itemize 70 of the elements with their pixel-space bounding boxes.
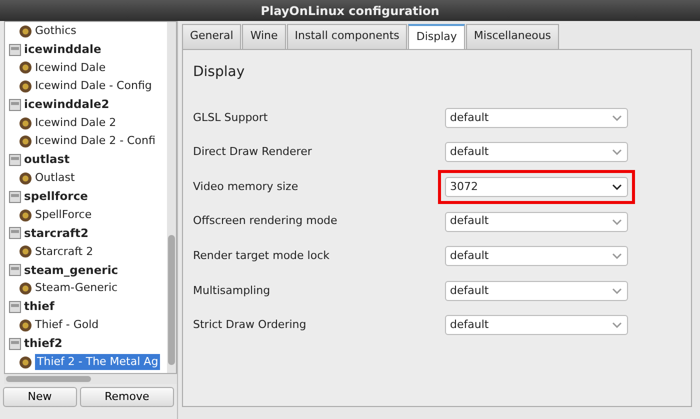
game-icon — [19, 318, 32, 332]
dropdown[interactable]: default — [445, 108, 628, 128]
folder-64-icon — [9, 98, 21, 111]
tab[interactable]: Wine — [242, 24, 286, 48]
game-icon — [19, 172, 32, 185]
tree-item[interactable]: outlast — [24, 151, 70, 169]
game-icon — [19, 245, 32, 258]
tree-item[interactable]: thief — [24, 298, 54, 316]
game-icon — [19, 24, 32, 38]
caret-icon — [612, 253, 622, 260]
caret-icon — [612, 114, 622, 121]
tree-item[interactable]: Thief - Gold — [35, 317, 99, 334]
caret-icon — [612, 184, 622, 190]
setting-label: Multisampling — [193, 282, 272, 299]
scrollbar-thumb[interactable] — [168, 234, 175, 365]
tree-item[interactable]: Thief 2 - The Metal Ag — [35, 354, 160, 370]
tree-item[interactable]: steam_generic — [24, 262, 118, 279]
tree-item[interactable]: spellforce — [24, 188, 88, 206]
caret-icon — [612, 322, 622, 328]
tree-item[interactable]: Steam-Generic — [35, 280, 118, 297]
setting-label: Strict Draw Ordering — [193, 317, 308, 334]
remove-button[interactable]: Remove — [80, 386, 174, 407]
tree-item[interactable]: Icewind Dale - Config — [35, 78, 152, 95]
tab[interactable]: Install components — [286, 24, 408, 48]
tree-item[interactable]: Icewind Dale — [35, 60, 106, 76]
tree-item[interactable]: icewinddale — [24, 40, 102, 58]
tree-item[interactable]: Icewind Dale 2 — [35, 114, 116, 132]
tab[interactable]: Miscellaneous — [466, 24, 560, 48]
setting-label: Render target mode lock — [193, 248, 330, 264]
tree-item[interactable]: starcraft2 — [24, 224, 89, 242]
folder-64-icon — [9, 338, 21, 350]
game-icon — [19, 61, 32, 74]
dropdown[interactable]: default — [445, 212, 628, 232]
tree-item[interactable]: Starcraft 2 — [35, 244, 94, 260]
tree-item[interactable]: Gothics — [35, 22, 76, 40]
dropdown[interactable]: default — [445, 246, 628, 266]
folder-64-icon — [9, 264, 21, 276]
folder-64-icon — [9, 190, 21, 203]
dropdown[interactable]: default — [445, 280, 628, 301]
game-icon — [19, 116, 32, 130]
caret-icon — [612, 149, 622, 156]
setting-label: Video memory size — [193, 178, 300, 195]
tree-item[interactable]: Icewind Dale 2 - Confi — [35, 133, 156, 150]
tree-item[interactable]: SpellForce — [35, 206, 92, 224]
tree-item[interactable]: thief2 — [24, 335, 62, 352]
setting-label: Offscreen rendering mode — [193, 213, 338, 230]
new-button[interactable]: New — [2, 386, 77, 407]
caret-icon — [612, 218, 622, 225]
folder-64-icon — [9, 154, 21, 166]
folder-64-icon — [9, 44, 21, 56]
panel-heading: Display — [193, 62, 246, 82]
tree-item[interactable]: icewinddale2 — [24, 96, 110, 114]
dropdown[interactable]: 3072 — [445, 176, 628, 197]
tree-item[interactable]: Outlast — [35, 170, 75, 187]
setting-label: Direct Draw Renderer — [193, 144, 313, 160]
folder-64-icon — [9, 227, 21, 240]
dropdown[interactable]: default — [445, 315, 628, 336]
caret-icon — [612, 288, 622, 294]
scrollbar-thumb[interactable] — [6, 376, 91, 382]
dropdown[interactable]: default — [445, 142, 628, 162]
game-icon — [19, 282, 32, 296]
tab[interactable]: General — [182, 24, 242, 48]
setting-label: GLSL Support — [193, 110, 269, 126]
folder-64-icon — [9, 301, 21, 314]
game-icon — [19, 208, 32, 222]
game-icon — [19, 135, 32, 148]
window-title: PlayOnLinux configuration — [260, 2, 440, 20]
tab[interactable]: Display — [408, 24, 465, 48]
game-icon — [19, 80, 32, 93]
game-icon — [19, 356, 32, 369]
